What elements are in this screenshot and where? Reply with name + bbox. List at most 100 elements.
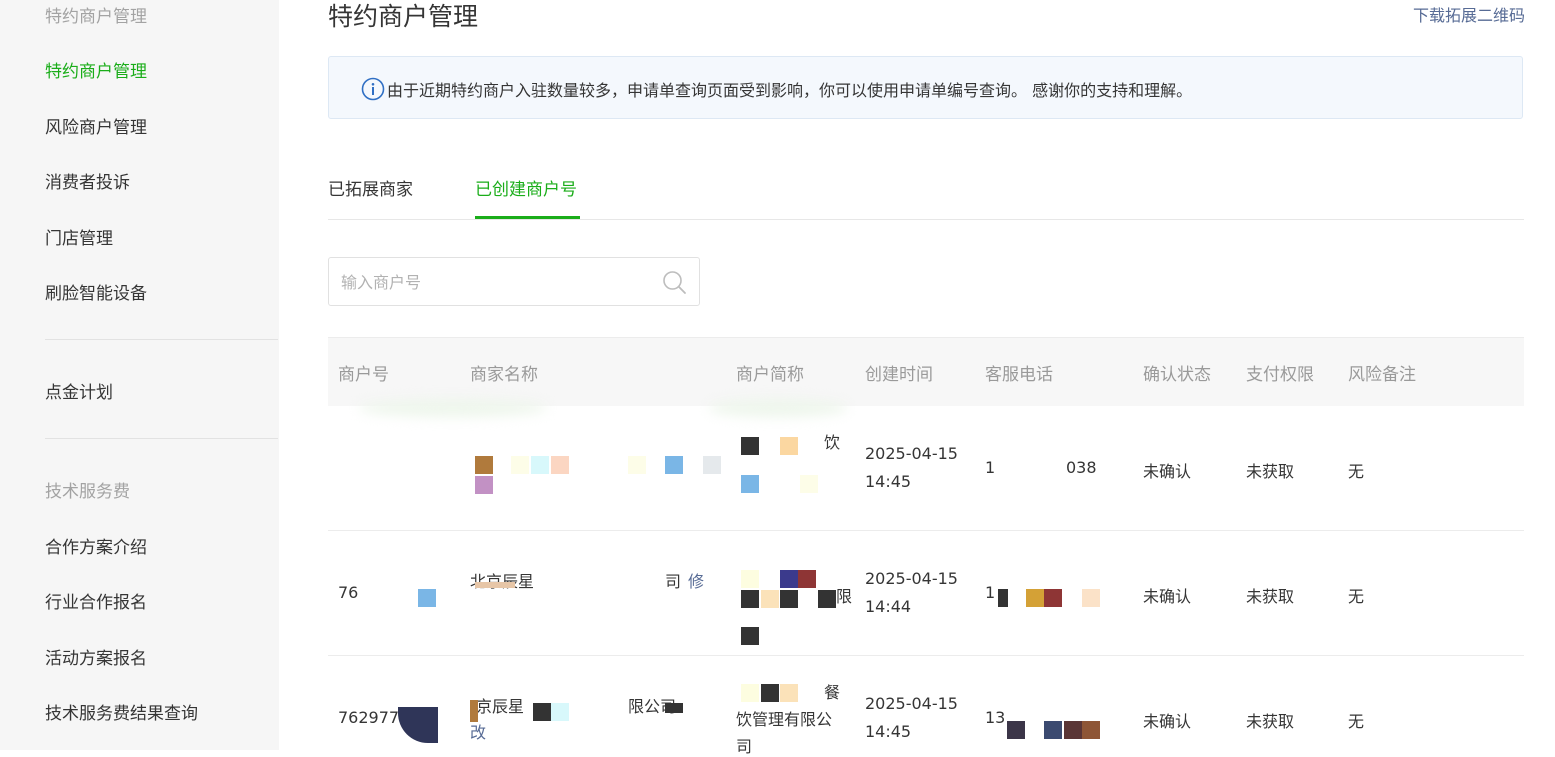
phone-prefix: 1 [985, 458, 996, 477]
sidebar-item-industry-signup[interactable]: 行业合作报名 [45, 588, 147, 613]
redaction-pixel [741, 627, 759, 645]
redaction-pixel [1082, 721, 1100, 739]
edit-merchant-link[interactable]: 改 [470, 719, 486, 743]
payment-permission-cell: 未获取 [1246, 587, 1295, 606]
tab-bar: 已拓展商家 已创建商户号 [328, 160, 1524, 220]
short-name-line2: 饮管理有限公 [736, 710, 833, 729]
risk-note-cell: 无 [1348, 587, 1365, 606]
redaction-pixel [475, 476, 493, 494]
short-name-line1: 餐 [824, 683, 841, 702]
redaction-pixel [475, 582, 515, 588]
redaction-pixel [818, 590, 836, 608]
redaction-blur [708, 399, 848, 417]
redaction-pixel [741, 437, 759, 455]
sidebar-item-risk-merchant[interactable]: 风险商户管理 [45, 113, 147, 138]
sidebar-item-fee-results[interactable]: 技术服务费结果查询 [45, 699, 198, 724]
column-header-confirm-status: 确认状态 [1143, 365, 1211, 385]
redaction-pixel [780, 570, 798, 588]
redaction-pixel [1044, 721, 1062, 739]
payment-permission-cell: 未获取 [1246, 462, 1295, 481]
search-icon[interactable] [662, 270, 687, 295]
confirm-status-cell: 未确认 [1143, 712, 1192, 731]
risk-note-cell: 无 [1348, 462, 1365, 481]
tab-expanded-merchants[interactable]: 已拓展商家 [328, 175, 413, 200]
redaction-pixel [533, 703, 551, 721]
merchant-name-tail: 司 [665, 572, 682, 591]
redaction-pixel [761, 590, 779, 608]
sidebar-item-activity-signup[interactable]: 活动方案报名 [45, 644, 147, 669]
column-header-merchant-name: 商家名称 [470, 365, 538, 385]
sidebar-group-title-tech-fee: 技术服务费 [45, 482, 130, 502]
notice-banner: 由于近期特约商户入驻数量较多，申请单查询页面受到影响，你可以使用申请单编号查询。… [328, 56, 1523, 119]
merchant-search-box [328, 257, 700, 306]
confirm-status-cell: 未确认 [1143, 587, 1192, 606]
tab-created-merchant-ids[interactable]: 已创建商户号 [475, 175, 577, 200]
redaction-pixel [665, 456, 683, 474]
risk-note-cell: 无 [1348, 712, 1365, 731]
redaction-pixel [780, 590, 798, 608]
column-header-service-phone: 客服电话 [985, 365, 1053, 385]
redaction-pixel [780, 684, 798, 702]
table-row[interactable]: 762977 京辰星 限公司 改 餐 饮管理有限公 司 2025-04-15 1… [328, 655, 1524, 756]
redaction-pixel [551, 703, 569, 721]
short-name-cell: 限 [836, 587, 853, 606]
phone-prefix: 1 [985, 583, 996, 602]
sidebar-item-stores[interactable]: 门店管理 [45, 224, 113, 249]
column-header-short-name: 商户简称 [736, 365, 804, 385]
short-name-cell: 饮 [824, 433, 841, 452]
sidebar-divider [45, 339, 278, 340]
column-header-created-time: 创建时间 [865, 365, 933, 385]
confirm-status-cell: 未确认 [1143, 462, 1192, 481]
redaction-pixel [780, 437, 798, 455]
created-date: 2025-04-15 [865, 694, 958, 713]
redaction-pixel [800, 475, 818, 493]
merchant-id-cell: 762977 [338, 708, 400, 727]
redaction-pixel [741, 570, 759, 588]
redaction-pixel [1026, 589, 1044, 607]
download-qrcode-link[interactable]: 下载拓展二维码 [1413, 2, 1525, 26]
sidebar-divider [45, 438, 278, 439]
redaction-pixel [531, 456, 549, 474]
redaction-pixel [418, 589, 436, 607]
created-time-cell: 2025-04-15 14:45 [865, 440, 958, 496]
active-tab-indicator [475, 216, 580, 219]
redaction-pixel [741, 475, 759, 493]
created-time-cell: 2025-04-15 14:45 [865, 690, 958, 746]
sidebar-item-gold-plan[interactable]: 点金计划 [45, 378, 113, 403]
redaction-pixel [798, 570, 816, 588]
redaction-pixel [1082, 589, 1100, 607]
redaction-blur [358, 399, 548, 417]
redaction-pixel [475, 456, 493, 474]
created-clock: 14:44 [865, 597, 912, 616]
redaction-pixel [741, 590, 759, 608]
phone-prefix: 13 [985, 708, 1006, 727]
merchant-id-cell: 76 [338, 583, 359, 602]
column-header-risk-note: 风险备注 [1348, 365, 1416, 385]
phone-suffix: 038 [1066, 458, 1097, 477]
redaction-pixel [761, 684, 779, 702]
created-date: 2025-04-15 [865, 569, 958, 588]
column-header-payment-permission: 支付权限 [1246, 365, 1314, 385]
table-header: 商户号 商家名称 商户简称 创建时间 客服电话 确认状态 支付权限 风险备注 [328, 337, 1524, 406]
merchant-name-cell: 北京辰星 [470, 568, 534, 592]
created-clock: 14:45 [865, 472, 912, 491]
redaction-pixel [628, 456, 646, 474]
table-row[interactable]: 饮 2025-04-15 14:45 1 038 未确认 未获取 无 [328, 399, 1524, 531]
table-row[interactable]: 76 北京辰星 司 修 限 2025-04-15 14:44 1 未确认 未获取… [328, 530, 1524, 656]
sidebar-item-complaints[interactable]: 消费者投诉 [45, 168, 130, 193]
info-icon [361, 77, 385, 101]
redaction-pixel [665, 703, 683, 713]
edit-merchant-link[interactable]: 修 [688, 568, 704, 592]
merchant-id-search-input[interactable] [341, 270, 641, 294]
redaction-pixel [398, 707, 438, 743]
sidebar-item-face-devices[interactable]: 刷脸智能设备 [45, 279, 147, 304]
created-clock: 14:45 [865, 722, 912, 741]
sidebar-item-cooperation-intro[interactable]: 合作方案介绍 [45, 533, 147, 558]
notice-text: 由于近期特约商户入驻数量较多，申请单查询页面受到影响，你可以使用申请单编号查询。… [387, 81, 1193, 100]
page-title: 特约商户管理 [328, 2, 479, 31]
sidebar-item-special-merchant[interactable]: 特约商户管理 [45, 57, 147, 82]
sidebar: 特约商户管理 特约商户管理 风险商户管理 消费者投诉 门店管理 刷脸智能设备 点… [0, 0, 279, 750]
redaction-pixel [1007, 721, 1025, 739]
created-date: 2025-04-15 [865, 444, 958, 463]
payment-permission-cell: 未获取 [1246, 712, 1295, 731]
